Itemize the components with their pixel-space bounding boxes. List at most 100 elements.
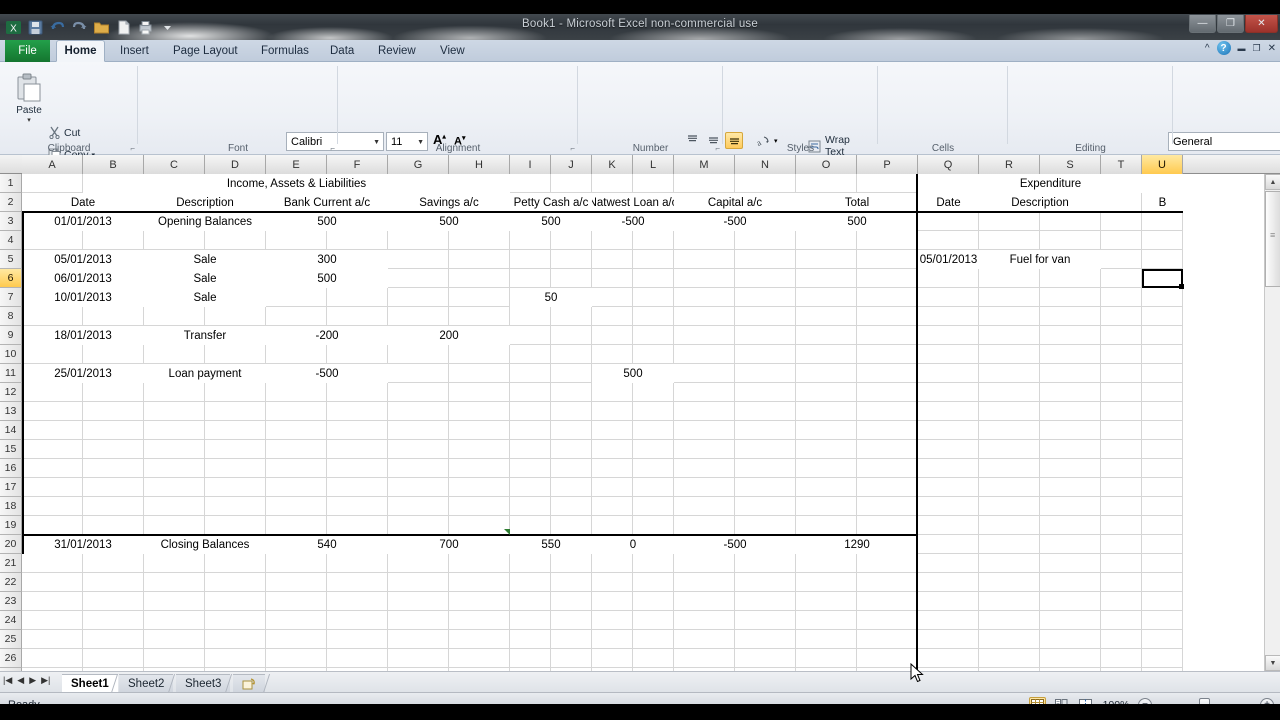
cell-A21[interactable] [22, 554, 83, 573]
cell-capital-row3[interactable]: -500 [674, 212, 796, 231]
cell-D10[interactable] [205, 345, 266, 364]
cell-B25[interactable] [83, 630, 144, 649]
cell-I24[interactable] [510, 611, 551, 630]
column-header-b[interactable]: B [83, 155, 144, 174]
cell-C15[interactable] [144, 440, 205, 459]
cell-J19[interactable] [551, 516, 592, 535]
cell-petty-row7[interactable]: 50 [510, 288, 592, 307]
cell-B19[interactable] [83, 516, 144, 535]
cell-N21[interactable] [735, 554, 796, 573]
row-header-26[interactable]: 26 [0, 649, 22, 668]
column-header-p[interactable]: P [857, 155, 918, 174]
cell-M26[interactable] [674, 649, 735, 668]
cell-L17[interactable] [633, 478, 674, 497]
tab-view[interactable]: View [430, 40, 475, 62]
cell-L8[interactable] [633, 307, 674, 326]
sheet-tab-sheet2[interactable]: Sheet2 [119, 674, 174, 693]
cell-P6[interactable] [857, 269, 918, 288]
cell-A26[interactable] [22, 649, 83, 668]
cell-F17[interactable] [327, 478, 388, 497]
cell-R12[interactable] [979, 383, 1040, 402]
column-header-d[interactable]: D [205, 155, 266, 174]
cell-U25[interactable] [1142, 630, 1183, 649]
workbook-close-icon[interactable]: ✕ [1268, 43, 1276, 54]
cell-S23[interactable] [1040, 592, 1101, 611]
cell-E14[interactable] [266, 421, 327, 440]
cell-bank-row11[interactable]: -500 [266, 364, 388, 383]
cell-L15[interactable] [633, 440, 674, 459]
cell-D21[interactable] [205, 554, 266, 573]
cell-K16[interactable] [592, 459, 633, 478]
cell-B8[interactable] [83, 307, 144, 326]
cell-G21[interactable] [388, 554, 449, 573]
cell-G22[interactable] [388, 573, 449, 592]
cell-G19[interactable] [388, 516, 449, 535]
cell-M15[interactable] [674, 440, 735, 459]
cell-L5[interactable] [633, 250, 674, 269]
column-header-r[interactable]: R [979, 155, 1040, 174]
cell-Q22[interactable] [918, 573, 979, 592]
cell-J23[interactable] [551, 592, 592, 611]
cell-H22[interactable] [449, 573, 510, 592]
cell-N4[interactable] [735, 231, 796, 250]
cell-R23[interactable] [979, 592, 1040, 611]
cell-date-row11[interactable]: 25/01/2013 [22, 364, 144, 383]
cell-A12[interactable] [22, 383, 83, 402]
cell-A22[interactable] [22, 573, 83, 592]
cell-G14[interactable] [388, 421, 449, 440]
cell-description-row5[interactable]: Sale [144, 250, 266, 269]
zoom-out-button[interactable]: − [1138, 697, 1152, 704]
cell-O11[interactable] [796, 364, 857, 383]
cell-B10[interactable] [83, 345, 144, 364]
cell-M11[interactable] [674, 364, 735, 383]
cell-F14[interactable] [327, 421, 388, 440]
cell-F8[interactable] [327, 307, 388, 326]
cell-T4[interactable] [1101, 231, 1142, 250]
cell-S3[interactable] [1040, 212, 1101, 231]
cell-A17[interactable] [22, 478, 83, 497]
sheet-nav-next[interactable]: ▶ [29, 675, 36, 686]
cell-U5[interactable] [1142, 250, 1183, 269]
column-header-g[interactable]: G [388, 155, 449, 174]
cell-G24[interactable] [388, 611, 449, 630]
cell-K17[interactable] [592, 478, 633, 497]
cell-L12[interactable] [633, 383, 674, 402]
cell-Q3[interactable] [918, 212, 979, 231]
cell-date-row9[interactable]: 18/01/2013 [22, 326, 144, 345]
column-header-s[interactable]: S [1040, 155, 1101, 174]
cell-F23[interactable] [327, 592, 388, 611]
cell-J22[interactable] [551, 573, 592, 592]
cell-J15[interactable] [551, 440, 592, 459]
row-header-10[interactable]: 10 [0, 345, 22, 364]
cell-P18[interactable] [857, 497, 918, 516]
cell-R3[interactable] [979, 212, 1040, 231]
cell-S13[interactable] [1040, 402, 1101, 421]
cell-E25[interactable] [266, 630, 327, 649]
cell-Q20[interactable] [918, 535, 979, 554]
cell-T20[interactable] [1101, 535, 1142, 554]
cell-H23[interactable] [449, 592, 510, 611]
row-header-20[interactable]: 20 [0, 535, 22, 554]
cell-I25[interactable] [510, 630, 551, 649]
cell-H25[interactable] [449, 630, 510, 649]
cell-Q9[interactable] [918, 326, 979, 345]
cell-I14[interactable] [510, 421, 551, 440]
cell-I9[interactable] [510, 326, 551, 345]
column-header-m[interactable]: M [674, 155, 735, 174]
cell-S9[interactable] [1040, 326, 1101, 345]
cell-G5[interactable] [388, 250, 449, 269]
sheet-nav-prev[interactable]: ◀ [17, 675, 24, 686]
cell-G7[interactable] [388, 288, 449, 307]
cell-I13[interactable] [510, 402, 551, 421]
cell-G4[interactable] [388, 231, 449, 250]
cell-G16[interactable] [388, 459, 449, 478]
header-description[interactable]: Description [144, 193, 266, 212]
cell-M12[interactable] [674, 383, 735, 402]
cell-J11[interactable] [551, 364, 592, 383]
column-header-n[interactable]: N [735, 155, 796, 174]
cell-H26[interactable] [449, 649, 510, 668]
cell-H16[interactable] [449, 459, 510, 478]
cell-I18[interactable] [510, 497, 551, 516]
title-expenditure[interactable]: Expenditure [918, 174, 1183, 193]
column-header-k[interactable]: K [592, 155, 633, 174]
